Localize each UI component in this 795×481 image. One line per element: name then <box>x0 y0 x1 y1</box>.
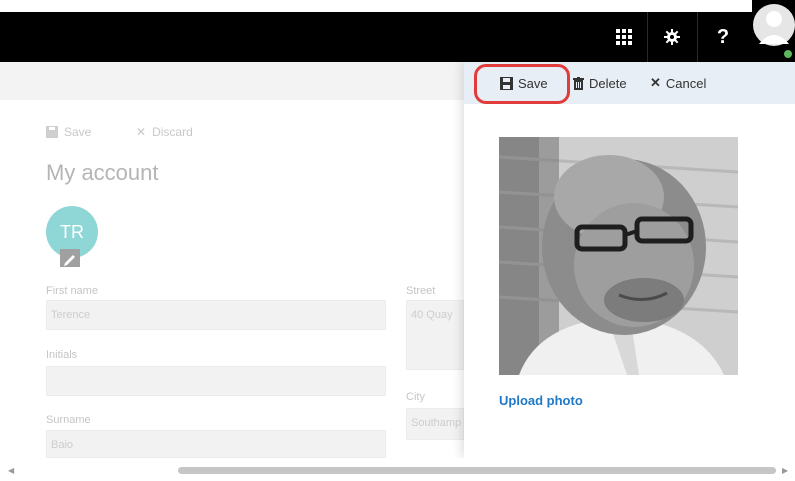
cancel-button[interactable]: ✕ Cancel <box>650 71 706 95</box>
save-icon <box>46 126 58 138</box>
first-name-label: First name <box>46 285 98 297</box>
profile-photo <box>499 137 738 375</box>
gear-icon <box>664 29 680 45</box>
upload-photo-link[interactable]: Upload photo <box>499 393 583 408</box>
surname-label: Surname <box>46 414 91 426</box>
app-launcher-grid-icon <box>616 29 632 45</box>
user-avatar-button[interactable] <box>752 0 795 50</box>
street-field: 40 Quay <box>406 300 464 370</box>
scroll-right-arrow-icon[interactable]: ▶ <box>782 466 788 475</box>
close-icon: ✕ <box>650 75 661 90</box>
background-save-button: Save <box>46 125 91 139</box>
background-discard-button: ✕ Discard <box>136 125 193 139</box>
delete-button[interactable]: Delete <box>573 71 627 95</box>
top-navigation-bar: ? <box>0 12 795 62</box>
first-name-field: Terence <box>46 300 386 330</box>
profile-photo-image <box>499 137 738 375</box>
topbar-divider <box>697 12 698 62</box>
help-button[interactable]: ? <box>702 12 744 62</box>
city-label: City <box>406 391 425 403</box>
settings-button[interactable] <box>651 12 693 62</box>
close-icon: ✕ <box>136 125 147 139</box>
scroll-left-arrow-icon[interactable]: ◀ <box>8 466 14 475</box>
presence-status-indicator <box>782 48 794 60</box>
help-icon: ? <box>716 25 730 48</box>
surname-field: Baio <box>46 430 386 458</box>
topbar-divider <box>647 12 648 62</box>
initials-label: Initials <box>46 349 78 361</box>
city-field: Southamp <box>406 408 464 440</box>
street-label: Street <box>406 285 436 297</box>
edit-photo-icon <box>60 249 80 267</box>
save-button-highlight <box>474 64 570 104</box>
trash-icon <box>573 76 584 90</box>
page-title: My account <box>46 160 159 185</box>
user-avatar-icon <box>753 4 795 46</box>
app-launcher-button[interactable] <box>603 12 645 62</box>
background-header-band <box>0 62 480 100</box>
scrollbar-thumb[interactable] <box>178 467 776 474</box>
initials-field <box>46 366 386 396</box>
